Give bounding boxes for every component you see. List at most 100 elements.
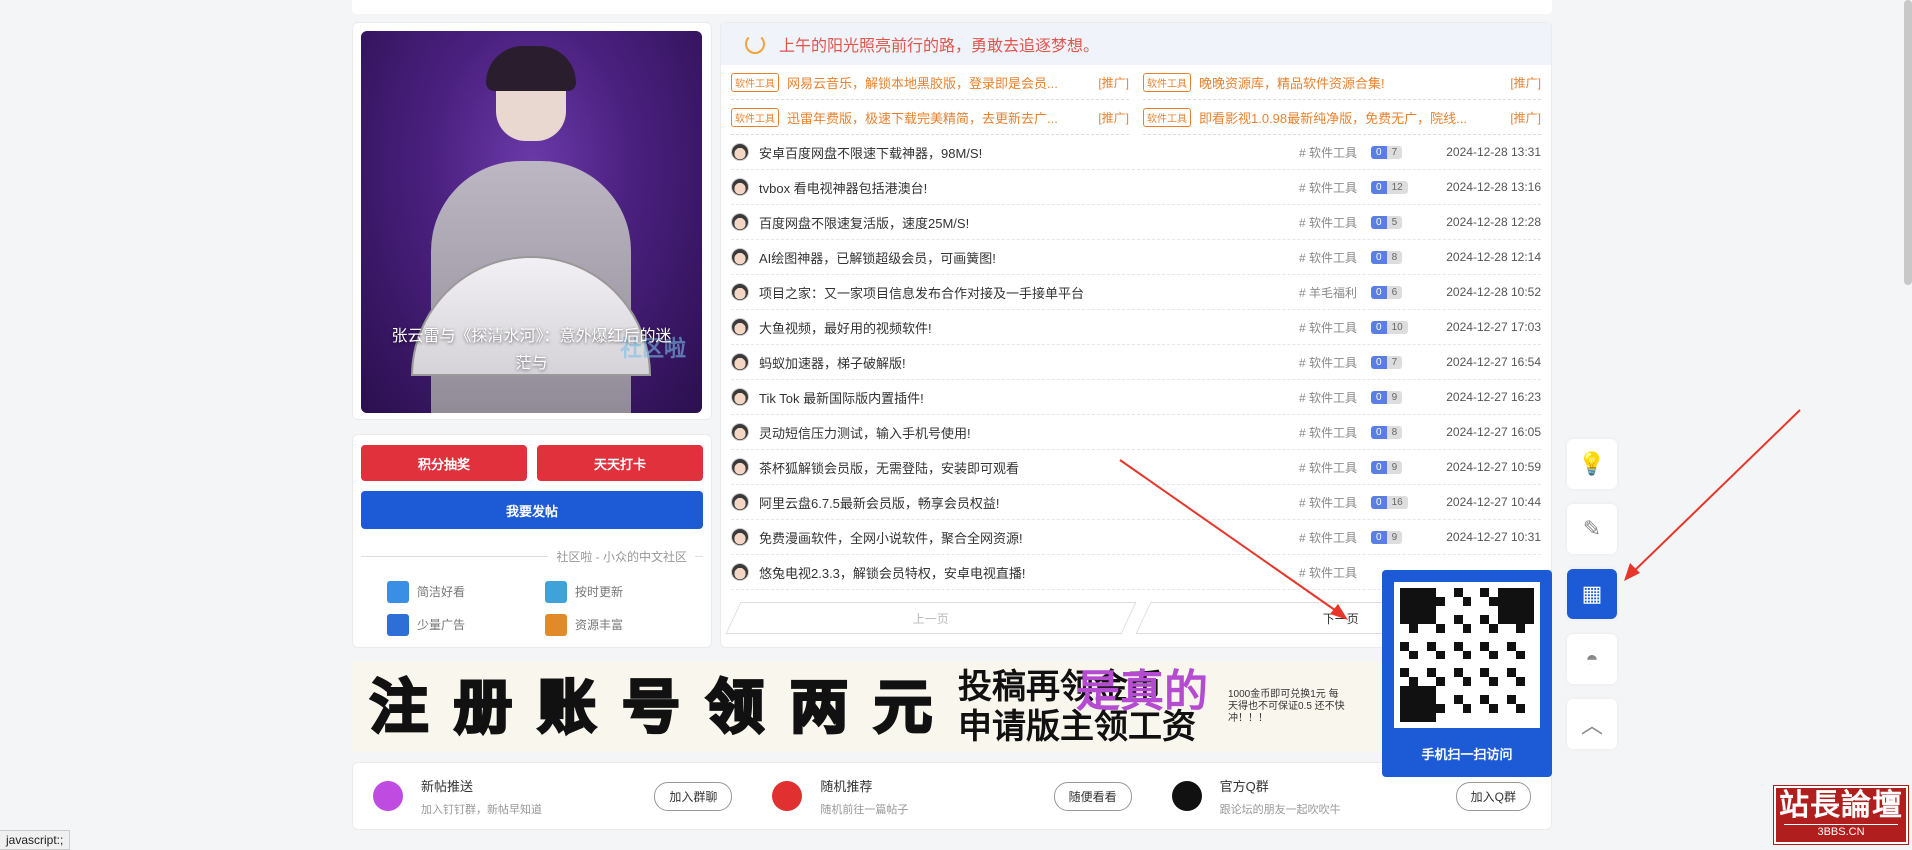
post-row[interactable]: tvbox 看电视神器包括港澳台! # 软件工具 0 12 2024-12-28 13:… [731,170,1541,205]
promo-tag[interactable]: 软件工具 [731,72,779,92]
post-title[interactable]: AI绘图神器，已解锁超级会员，可画簧图! [759,248,1299,267]
promo-item[interactable]: 软件工具 即看影视1.0.98最新纯净版，免费无广，院线... [推广] [1143,100,1541,135]
edit-icon[interactable]: ✎ [1567,504,1617,554]
banner-char: 两 [788,672,849,743]
post-title[interactable]: 茶杯狐解锁会员版，无需登陆，安装即可观看 [759,458,1299,477]
avatar[interactable] [731,353,749,371]
qrcode-icon[interactable]: ▦ [1567,569,1617,619]
post-row[interactable]: 大鱼视频，最好用的视频软件! # 软件工具 0 10 2024-12-27 17:03 [731,310,1541,345]
post-title[interactable]: 阿里云盘6.7.5最新会员版，畅享会员权益! [759,493,1299,512]
post-category[interactable]: # 软件工具 [1299,214,1371,231]
post-row[interactable]: 免费漫画软件，全网小说软件，聚合全网资源! # 软件工具 0 9 2024-12-27 … [731,520,1541,555]
post-category[interactable]: # 软件工具 [1299,249,1371,266]
post-date: 2024-12-28 10:52 [1446,285,1541,299]
avatar[interactable] [731,178,749,196]
post-title[interactable]: 百度网盘不限速复活版，速度25M/S! [759,213,1299,232]
promo-title[interactable]: 即看影视1.0.98最新纯净版，免费无广，院线... [1199,108,1504,127]
promo-tag[interactable]: 软件工具 [1143,107,1191,127]
view-count: 5 [1386,215,1403,229]
reply-count: 0 [1371,355,1387,369]
post-title[interactable]: 大鱼视频，最好用的视频软件! [759,318,1299,337]
view-count: 8 [1386,425,1403,439]
post-row[interactable]: 灵动短信压力测试，输入手机号使用! # 软件工具 0 8 2024-12-27 16:0… [731,415,1541,450]
promo-item[interactable]: 软件工具 网易云音乐，解锁本地黑胶版，登录即是会员... [推广] [731,65,1129,100]
post-title[interactable]: tvbox 看电视神器包括港澳台! [759,178,1299,197]
promo-tag[interactable]: 软件工具 [1143,72,1191,92]
post-row[interactable]: 百度网盘不限速复活版，速度25M/S! # 软件工具 0 5 2024-12-28 12… [731,205,1541,240]
post-row[interactable]: 项目之家：又一家项目信息发布合作对接及一手接单平台 # 羊毛福利 0 6 2024-12… [731,275,1541,310]
post-counts: 08 [1371,425,1411,439]
post-counts: 0 16 [1371,495,1411,509]
post-title[interactable]: 蚂蚁加速器，梯子破解版! [759,353,1299,372]
post-category[interactable]: # 软件工具 [1299,459,1371,476]
featured-slider[interactable]: 社区啦 张云雷与《探清水河》：意外爆红后的迷茫与 [361,31,702,413]
avatar[interactable] [731,143,749,161]
card-button[interactable]: 加入群聊 [654,781,733,811]
post-title[interactable]: 项目之家：又一家项目信息发布合作对接及一手接单平台 [759,283,1299,302]
smile-icon [745,34,765,54]
avatar[interactable] [731,423,749,441]
avatar[interactable] [731,493,749,511]
new-post-button[interactable]: 我要发帖 [361,491,703,529]
post-title[interactable]: 灵动短信压力测试，输入手机号使用! [759,423,1299,442]
back-to-top-icon[interactable]: ︿ [1567,699,1617,749]
top-strip [352,0,1552,14]
post-row[interactable]: 蚂蚁加速器，梯子破解版! # 软件工具 0 7 2024-12-27 16:54 [731,345,1541,380]
heart-pulse-icon [373,781,403,811]
post-title[interactable]: 免费漫画软件，全网小说软件，聚合全网资源! [759,528,1299,547]
banner-small-text: 1000金币即可兑换1元 每天得也不可保证0.5 还不快冲！！！ [1228,689,1345,724]
post-category[interactable]: # 软件工具 [1299,319,1371,336]
avatar[interactable] [731,318,749,336]
post-row[interactable]: 阿里云盘6.7.5最新会员版，畅享会员权益! # 软件工具 0 16 2024-12-2… [731,485,1541,520]
post-category[interactable]: # 软件工具 [1299,144,1371,161]
checkin-button[interactable]: 天天打卡 [537,445,703,481]
avatar[interactable] [731,248,749,266]
post-row[interactable]: AI绘图神器，已解锁超级会员，可画簧图! # 软件工具 0 8 2024-12-28 1… [731,240,1541,275]
banner-char: 册 [452,672,513,743]
view-count: 12 [1386,180,1408,194]
lottery-button[interactable]: 积分抽奖 [361,445,527,481]
post-category[interactable]: # 软件工具 [1299,564,1371,581]
slide-caption[interactable]: 张云雷与《探清水河》：意外爆红后的迷茫与 [361,323,702,377]
promo-tag[interactable]: 软件工具 [731,107,779,127]
promo-title[interactable]: 迅雷年费版，极速下载完美精简，去更新去广... [787,108,1092,127]
qq-penguin-icon [1171,781,1202,811]
avatar[interactable] [731,458,749,476]
post-title[interactable]: Tik Tok 最新国际版内置插件! [759,388,1299,407]
reply-count: 0 [1371,390,1387,404]
post-title[interactable]: 安卓百度网盘不限速下载神器，98M/S! [759,143,1299,162]
qq-icon[interactable]: ◓ [1567,634,1617,684]
promo-title[interactable]: 网易云音乐，解锁本地黑胶版，登录即是会员... [787,73,1092,92]
reply-count: 0 [1371,530,1387,544]
view-count: 10 [1386,320,1408,334]
promo-title[interactable]: 晚晚资源库，精品软件资源合集! [1199,73,1504,92]
post-category[interactable]: # 羊毛福利 [1299,284,1371,301]
prev-page-button[interactable]: 上一页 [725,602,1137,634]
post-category[interactable]: # 软件工具 [1299,389,1371,406]
post-category[interactable]: # 软件工具 [1299,179,1371,196]
post-category[interactable]: # 软件工具 [1299,354,1371,371]
post-category[interactable]: # 软件工具 [1299,494,1371,511]
post-row[interactable]: 安卓百度网盘不限速下载神器，98M/S! # 软件工具 0 7 2024-12-28 1… [731,135,1541,170]
card-button[interactable]: 加入Q群 [1455,781,1531,811]
post-category[interactable]: # 软件工具 [1299,529,1371,546]
promo-item[interactable]: 软件工具 迅雷年费版，极速下载完美精简，去更新去广... [推广] [731,100,1129,135]
promo-banner[interactable]: 注册账号领两元 投稿再领金币 申请版主领工资 是真的 1000金币即可兑换1元 … [352,662,1552,752]
post-row[interactable]: Tik Tok 最新国际版内置插件! # 软件工具 0 9 2024-12-27 16:… [731,380,1541,415]
post-row[interactable]: 茶杯狐解锁会员版，无需登陆，安装即可观看 # 软件工具 0 9 2024-12-27 1… [731,450,1541,485]
post-title[interactable]: 悠兔电视2.3.3，解锁会员特权，安卓电视直播! [759,563,1299,582]
scrollbar-thumb[interactable] [1904,0,1912,285]
avatar[interactable] [731,528,749,546]
post-list-panel: 上午的阳光照亮前行的路，勇敢去追逐梦想。 软件工具 网易云音乐，解锁本地黑胶版，登… [720,22,1552,648]
reply-count: 0 [1371,215,1387,229]
post-category[interactable]: # 软件工具 [1299,424,1371,441]
avatar[interactable] [731,563,749,581]
view-count: 7 [1386,145,1403,159]
avatar[interactable] [731,213,749,231]
avatar[interactable] [731,388,749,406]
card-button[interactable]: 随便看看 [1053,781,1132,811]
post-counts: 05 [1371,215,1411,229]
promo-item[interactable]: 软件工具 晚晚资源库，精品软件资源合集! [推广] [1143,65,1541,100]
avatar[interactable] [731,283,749,301]
lightbulb-icon[interactable]: 💡 [1567,439,1617,489]
